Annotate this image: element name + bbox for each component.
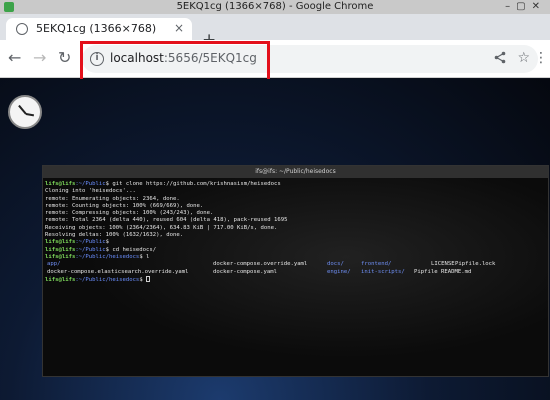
ls-entry: app/ [47,261,61,268]
address-highlight-box [80,41,270,83]
terminal-line: remote: Enumerating objects: 2364, done. [45,195,180,202]
tab-strip: 5EKQ1cg (1366×768) × + [0,14,550,49]
bookmark-star-icon[interactable]: ☆ [517,50,530,66]
menu-icon[interactable]: ⋮ [534,50,548,66]
ls-entry: Pipfile [414,268,438,275]
ls-entry: docker-compose.override.yaml [213,261,308,268]
ls-output-row: app/ docker-compose.override.yaml docs/ … [45,261,548,268]
ls-entry: LICENSE [431,261,455,268]
window-controls[interactable]: –▢✕ [505,1,546,12]
ls-entry: Pipfile.lock [455,261,496,268]
globe-icon [16,23,28,35]
terminal-line: remote: Compressing objects: 100% (243/2… [45,210,214,217]
tab-active[interactable]: 5EKQ1cg (1366×768) × [6,18,192,40]
terminal-line: Resolving deltas: 100% (1632/1632), done… [45,232,184,239]
terminal-window[interactable]: ifs@ifs: ~/Public/heisedocs lifs@lifs:~/… [42,165,549,377]
terminal-body[interactable]: lifs@lifs:~/Public$ git clone https://gi… [43,178,548,376]
tab-title: 5EKQ1cg (1366×768) [36,22,157,35]
terminal-line: remote: Total 2364 (delta 440), reused 6… [45,217,288,224]
terminal-cursor [146,275,151,282]
clock-minute-hand [25,113,35,117]
clock-icon[interactable] [8,95,42,129]
terminal-line: lifs@lifs:~/Public/heisedocs$ l [45,253,150,260]
terminal-line: lifs@lifs:~/Public$ git clone https://gi… [45,181,281,187]
ls-entry: frontend/ [361,261,392,268]
terminal-title: ifs@ifs: ~/Public/heisedocs [255,168,336,175]
terminal-line: Cloning into 'heisedocs'... [45,188,136,195]
ls-output-row: docker-compose.elasticsearch.override.ya… [45,269,548,276]
desktop-background: ifs@ifs: ~/Public/heisedocs lifs@lifs:~/… [0,79,550,400]
terminal-line: remote: Counting objects: 100% (669/669)… [45,202,204,209]
terminal-line: lifs@lifs:~/Public$ cd heisedocs/ [45,246,157,253]
share-icon[interactable] [494,51,506,68]
ls-entry: docker-compose.elasticsearch.override.ya… [47,268,189,275]
ls-entry: docker-compose.yaml [213,268,277,275]
window-titlebar: 5EKQ1cg (1366×768) - Google Chrome –▢✕ [0,0,550,14]
forward-button[interactable]: → [33,48,46,68]
ls-entry: engine/ [327,268,351,275]
terminal-line: lifs@lifs:~/Public$ [45,239,109,246]
terminal-line: lifs@lifs:~/Public/heisedocs$ [45,275,548,283]
window-title: 5EKQ1cg (1366×768) - Google Chrome [176,1,374,12]
terminal-line: Receiving objects: 100% (2364/2364), 634… [45,224,278,231]
reload-button[interactable]: ↻ [58,48,71,68]
ls-entry: init-scripts/ [361,268,405,275]
close-icon[interactable]: × [174,21,184,35]
back-button[interactable]: ← [8,48,21,68]
terminal-titlebar[interactable]: ifs@ifs: ~/Public/heisedocs [43,166,548,178]
ls-entry: docs/ [327,261,344,268]
ls-entry: README.md [441,268,472,275]
